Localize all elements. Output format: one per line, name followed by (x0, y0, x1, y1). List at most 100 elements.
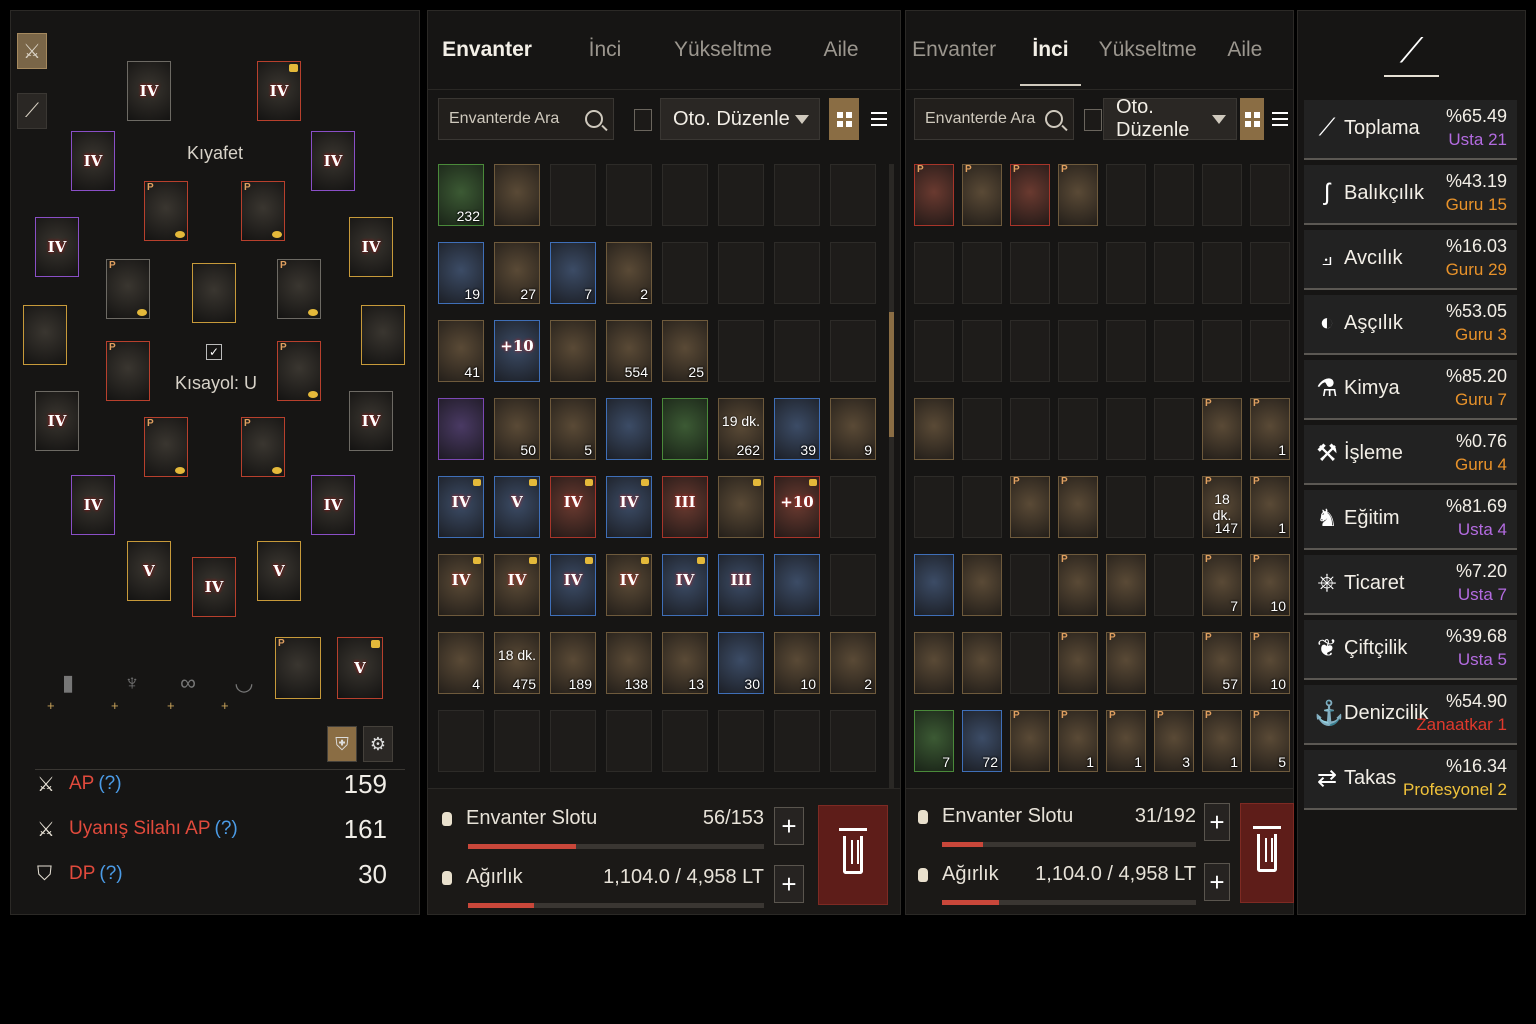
weapon-costume-slot[interactable]: P (106, 341, 150, 401)
inventory-item[interactable]: 50 (494, 398, 540, 460)
inventory-item[interactable]: 2 (606, 242, 652, 304)
tab-pearl[interactable]: İnci (1002, 38, 1098, 86)
trash-button[interactable] (1240, 803, 1294, 903)
empty-slot[interactable] (1202, 320, 1242, 382)
earring-slot[interactable]: IV (311, 131, 355, 191)
subweapon-costume-slot[interactable]: P (277, 341, 321, 401)
inventory-item[interactable]: P (1058, 554, 1098, 616)
life-skill-row[interactable]: ⎈ Ticaret %7.20 Usta 7 (1304, 555, 1517, 615)
inventory-item[interactable]: 554 (606, 320, 652, 382)
inventory-item[interactable]: 30 (718, 632, 764, 694)
inventory-item[interactable] (606, 398, 652, 460)
life-skill-row[interactable]: ⚗ Kimya %85.20 Guru 7 (1304, 360, 1517, 420)
empty-slot[interactable] (1154, 554, 1194, 616)
empty-slot[interactable] (962, 242, 1002, 304)
empty-slot[interactable] (1106, 476, 1146, 538)
inventory-item[interactable]: IV (662, 554, 708, 616)
inventory-item[interactable]: P (1058, 164, 1098, 226)
inventory-item[interactable]: 5 (550, 398, 596, 460)
empty-slot[interactable] (914, 320, 954, 382)
inventory-item[interactable]: P (1058, 476, 1098, 538)
inventory-item[interactable]: P1 (1058, 710, 1098, 772)
empty-slot[interactable] (1010, 320, 1050, 382)
empty-slot[interactable] (914, 242, 954, 304)
right-ring-slot[interactable]: IV (349, 217, 393, 277)
empty-slot[interactable] (1154, 632, 1194, 694)
life-skill-row[interactable]: ⇄ Takas %16.34 Profesyonel 2 (1304, 750, 1517, 810)
inventory-item[interactable] (774, 554, 820, 616)
alchemy-stone-slot[interactable] (192, 263, 236, 323)
empty-slot[interactable] (1058, 242, 1098, 304)
empty-slot[interactable] (1250, 320, 1290, 382)
helmet-slot[interactable]: IV (192, 557, 236, 617)
inventory-item[interactable]: 27 (494, 242, 540, 304)
inventory-item[interactable]: P1 (1250, 476, 1290, 538)
book-icon[interactable]: ▮ (51, 661, 85, 705)
life-skill-row[interactable]: ♞ Eğitim %81.69 Usta 4 (1304, 490, 1517, 550)
inventory-item[interactable]: IV (438, 554, 484, 616)
inventory-item[interactable]: 138 (606, 632, 652, 694)
tab-family[interactable]: Aile (782, 38, 900, 62)
inventory-item[interactable] (550, 320, 596, 382)
inventory-item[interactable]: 189 (550, 632, 596, 694)
inventory-item[interactable]: 2 (830, 632, 876, 694)
inventory-item[interactable]: P (962, 164, 1002, 226)
empty-slot[interactable] (962, 320, 1002, 382)
inventory-item[interactable]: 41 (438, 320, 484, 382)
scrollbar[interactable] (889, 164, 894, 789)
inventory-item[interactable]: P (1106, 632, 1146, 694)
empty-slot[interactable] (1010, 632, 1050, 694)
empty-slot[interactable] (438, 710, 484, 772)
grid-view-icon[interactable] (829, 98, 859, 140)
expand-weight-button[interactable]: + (774, 865, 804, 903)
tab-upgrade[interactable]: Yükseltme (1099, 38, 1197, 62)
life-tab-icon[interactable]: ⟋ (17, 93, 47, 129)
inventory-item[interactable] (1106, 554, 1146, 616)
inventory-item[interactable] (438, 398, 484, 460)
expand-slots-button[interactable]: + (1204, 803, 1230, 841)
empty-slot[interactable] (1202, 242, 1242, 304)
empty-slot[interactable] (914, 476, 954, 538)
empty-slot[interactable] (718, 242, 764, 304)
empty-slot[interactable] (1154, 476, 1194, 538)
shoes-costume-slot[interactable]: P (277, 259, 321, 319)
inventory-item[interactable] (494, 164, 540, 226)
help-link[interactable]: (?) (215, 818, 238, 840)
inventory-item[interactable]: IV (550, 476, 596, 538)
right-artifact-slot[interactable] (361, 305, 405, 365)
empty-slot[interactable] (718, 710, 764, 772)
empty-slot[interactable] (550, 710, 596, 772)
lantern-slot[interactable]: V (337, 637, 383, 699)
shoes-slot[interactable]: IV (349, 391, 393, 451)
empty-slot[interactable] (962, 398, 1002, 460)
empty-slot[interactable] (1106, 242, 1146, 304)
inventory-item[interactable] (662, 398, 708, 460)
tab-upgrade[interactable]: Yükseltme (664, 38, 782, 62)
life-skill-row[interactable]: ⚒ İşleme %0.76 Guru 4 (1304, 425, 1517, 485)
empty-slot[interactable] (774, 164, 820, 226)
empty-slot[interactable] (550, 164, 596, 226)
inventory-item[interactable]: P (1058, 632, 1098, 694)
empty-slot[interactable] (830, 476, 876, 538)
empty-slot[interactable] (962, 476, 1002, 538)
empty-slot[interactable] (1010, 554, 1050, 616)
inventory-item[interactable]: V (494, 476, 540, 538)
empty-slot[interactable] (830, 320, 876, 382)
sort-dropdown[interactable]: Oto. Düzenle (1103, 96, 1237, 141)
empty-slot[interactable] (1154, 398, 1194, 460)
empty-slot[interactable] (1106, 164, 1146, 226)
glasses-icon[interactable]: ∞ (171, 661, 205, 705)
empty-slot[interactable] (774, 710, 820, 772)
inventory-item[interactable]: P7 (1202, 554, 1242, 616)
expand-weight-button[interactable]: + (1204, 863, 1230, 901)
empty-slot[interactable] (774, 320, 820, 382)
inventory-item[interactable]: 19 dk. 262 (718, 398, 764, 460)
gloves-costume-slot[interactable]: P (106, 259, 150, 319)
tab-inventory[interactable]: Envanter (906, 38, 1002, 62)
empty-slot[interactable] (830, 242, 876, 304)
inventory-item[interactable]: P (1010, 710, 1050, 772)
search-input[interactable]: Envanterde Ara (914, 98, 1074, 140)
empty-slot[interactable] (1106, 320, 1146, 382)
help-link[interactable]: (?) (98, 773, 121, 795)
life-skill-row[interactable]: ⟋ Toplama %65.49 Usta 21 (1304, 100, 1517, 160)
